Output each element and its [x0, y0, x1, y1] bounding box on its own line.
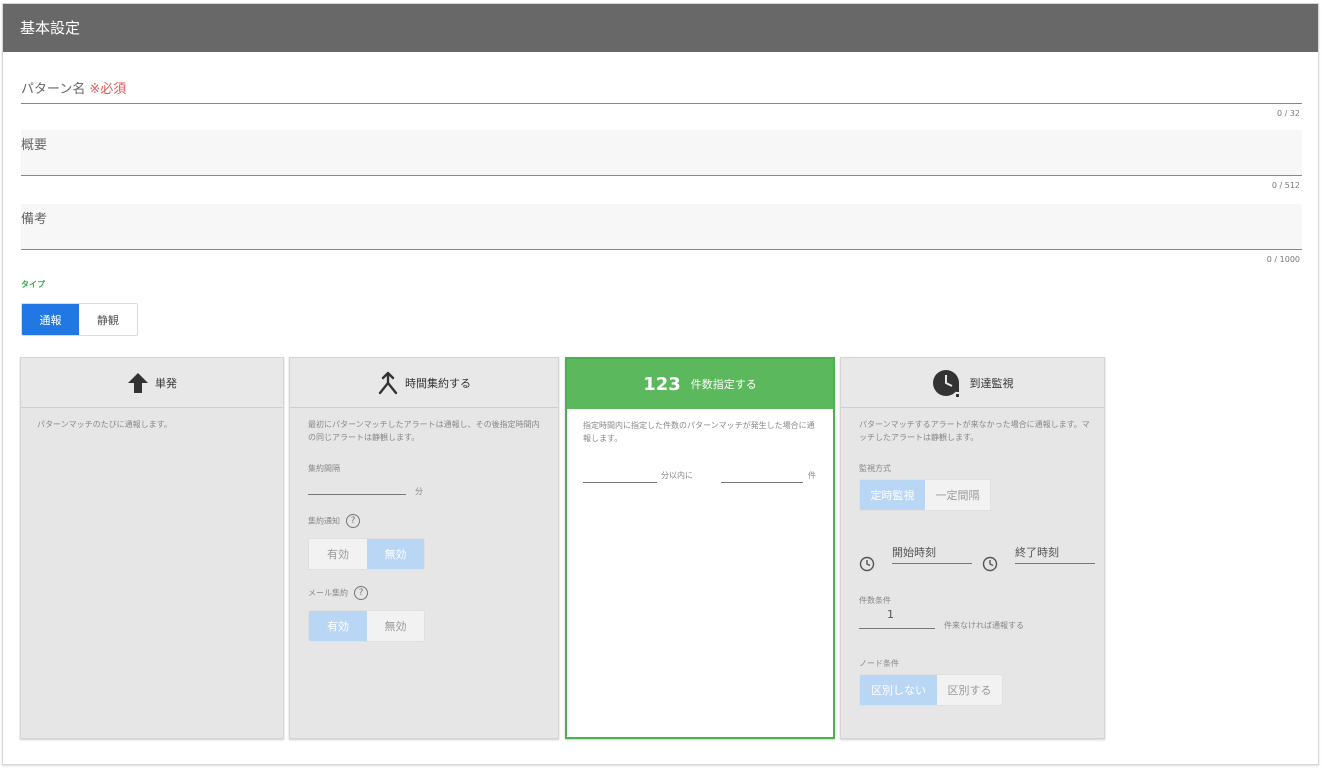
notify-enable-button[interactable]: 有効	[309, 539, 367, 569]
card-arrival-title: 到達監視	[969, 376, 1014, 390]
pattern-name-field[interactable]: パターン名 ※必須	[21, 78, 1302, 104]
mail-toggle: 有効 無効	[308, 610, 425, 642]
node-toggle: 区別しない 区別する	[859, 674, 1003, 706]
card-count-desc: 指定時間内に指定した件数のパターンマッチが発生した場合に通報します。	[583, 421, 815, 443]
end-time-label: 終了時刻	[1015, 546, 1059, 559]
card-single-title: 単発	[155, 376, 177, 390]
card-time-aggregate-title: 時間集約する	[405, 376, 471, 390]
interval-input[interactable]	[308, 494, 406, 495]
summary-counter: 0 / 512	[1271, 181, 1300, 190]
method-toggle: 定時監視 一定間隔	[859, 479, 991, 511]
note-underline	[21, 249, 1302, 250]
card-time-aggregate[interactable]: 時間集約する 最初にパターンマッチしたアラートは通報し、その後指定時間内の同じア…	[289, 357, 559, 739]
start-time-input[interactable]	[892, 563, 972, 564]
panel-title: 基本設定	[3, 4, 1318, 52]
mail-enable-button[interactable]: 有効	[309, 611, 367, 641]
summary-underline	[21, 175, 1302, 176]
merge-arrow-icon	[377, 371, 399, 395]
card-single[interactable]: 単発 パターンマッチのたびに通報します。	[20, 357, 284, 739]
type-notify-button[interactable]: 通報	[22, 304, 79, 335]
count-input[interactable]	[721, 482, 803, 483]
notify-toggle: 有効 無効	[308, 538, 425, 570]
pattern-name-label: パターン名	[21, 82, 86, 97]
clock-icon	[859, 556, 875, 576]
method-scheduled-button[interactable]: 定時監視	[860, 480, 925, 510]
count-cond-label: 件数条件	[859, 596, 891, 605]
interval-unit: 分	[415, 487, 423, 496]
notify-label: 集約通知	[308, 516, 340, 526]
mail-label: メール集約	[308, 588, 348, 598]
help-icon[interactable]: ?	[346, 514, 360, 528]
type-label: タイプ	[21, 280, 45, 289]
card-single-desc: パターンマッチのたびに通報します。	[37, 420, 172, 429]
notify-disable-button[interactable]: 無効	[367, 539, 424, 569]
end-time-input[interactable]	[1015, 563, 1095, 564]
card-time-aggregate-desc: 最初にパターンマッチしたアラートは通報し、その後指定時間内の同じアラートは静観し…	[308, 420, 540, 442]
help-icon[interactable]: ?	[354, 586, 368, 600]
note-label: 備考	[21, 212, 48, 227]
arrow-up-icon	[127, 372, 149, 394]
count-cond-input[interactable]	[859, 628, 935, 629]
type-watch-button[interactable]: 静観	[79, 304, 137, 335]
notify-label-row: 集約通知?	[308, 514, 360, 528]
interval-label: 集約間隔	[308, 464, 340, 473]
card-count-title: 件数指定する	[690, 378, 757, 391]
pattern-name-underline	[21, 103, 1302, 104]
note-field[interactable]: 備考	[21, 204, 1302, 250]
pattern-name-counter: 0 / 32	[1276, 109, 1300, 118]
summary-field[interactable]: 概要	[21, 130, 1302, 176]
card-single-header[interactable]: 単発	[21, 358, 283, 408]
count-unit: 件	[808, 471, 816, 480]
minutes-unit: 分以内に	[661, 471, 693, 480]
card-time-aggregate-header[interactable]: 時間集約する	[290, 358, 558, 408]
required-marker: ※必須	[89, 82, 127, 97]
minutes-input[interactable]	[583, 482, 657, 483]
type-toggle: 通報 静観	[21, 303, 138, 336]
node-label: ノード条件	[859, 659, 899, 668]
card-arrival[interactable]: 到達監視 パターンマッチするアラートが来なかった場合に通報します。マッチしたアラ…	[840, 357, 1105, 739]
clock-icon	[982, 556, 998, 576]
method-interval-button[interactable]: 一定間隔	[925, 480, 990, 510]
card-arrival-header[interactable]: 到達監視	[841, 358, 1104, 408]
clock-alert-icon	[932, 368, 964, 398]
count-cond-suffix: 件来なければ通報する	[944, 621, 1024, 630]
card-arrival-desc: パターンマッチするアラートが来なかった場合に通報します。マッチしたアラートは静観…	[859, 420, 1090, 442]
card-count[interactable]: 123 件数指定する 指定時間内に指定した件数のパターンマッチが発生した場合に通…	[565, 357, 835, 739]
summary-label: 概要	[21, 138, 48, 153]
card-count-header[interactable]: 123 件数指定する	[567, 359, 833, 409]
mail-disable-button[interactable]: 無効	[367, 611, 424, 641]
start-time-label: 開始時刻	[892, 546, 936, 559]
count-cond-value[interactable]: 1	[887, 608, 894, 621]
mail-label-row: メール集約?	[308, 586, 368, 600]
method-label: 監視方式	[859, 464, 891, 473]
node-distinguish-button[interactable]: 区別する	[937, 675, 1002, 705]
numbers-icon: 123	[643, 373, 681, 395]
node-no-distinguish-button[interactable]: 区別しない	[860, 675, 937, 705]
note-counter: 0 / 1000	[1266, 255, 1300, 264]
basic-settings-panel: 基本設定 パターン名 ※必須 0 / 32 概要 0 / 512 備考 0 / 1…	[2, 3, 1319, 765]
